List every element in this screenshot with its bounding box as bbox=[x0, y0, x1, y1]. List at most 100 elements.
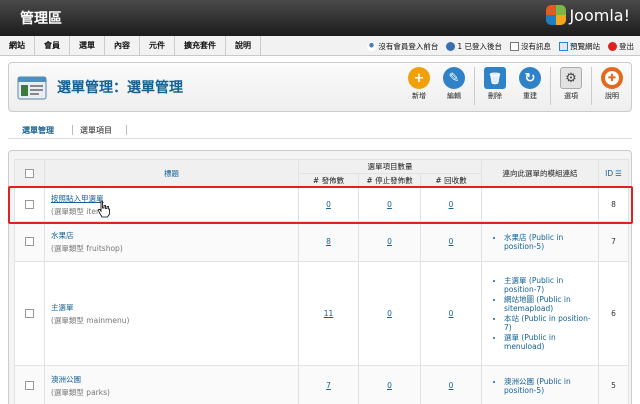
menu-bar: 網站 會員 選單 內容 元件 擴充套件 說明 沒有會員登入前台 1 已登入後台 … bbox=[0, 36, 640, 56]
module-link[interactable]: 主選單 (Public in position-7) bbox=[504, 276, 598, 294]
row-checkbox[interactable] bbox=[25, 309, 34, 318]
row-id: 8 bbox=[598, 187, 630, 222]
unpublished-count-link[interactable]: 0 bbox=[387, 309, 392, 318]
row-id: 6 bbox=[598, 261, 630, 366]
linked-modules-cell: 澳洲公園 (Public in position-5) bbox=[481, 365, 600, 404]
published-count-link[interactable]: 0 bbox=[326, 200, 331, 209]
unpublished-count-link[interactable]: 0 bbox=[387, 237, 392, 246]
trash-icon: 🗑 bbox=[484, 67, 506, 89]
frontend-users-icon bbox=[367, 41, 377, 51]
trashed-count-link[interactable]: 0 bbox=[449, 381, 454, 390]
row-checkbox[interactable] bbox=[25, 200, 34, 209]
row-checkbox[interactable] bbox=[25, 381, 34, 390]
refresh-icon: ↻ bbox=[519, 67, 541, 89]
module-list: 水果店 (Public in position-5) bbox=[482, 233, 598, 251]
linked-modules-cell: 主選單 (Public in position-7) 網站地圖 (Public … bbox=[481, 261, 600, 366]
column-published: # 發佈數 bbox=[298, 173, 359, 188]
edit-button[interactable]: ✎ 編輯 bbox=[439, 67, 469, 105]
options-icon: ⚙ bbox=[560, 67, 582, 89]
preview-site-icon bbox=[559, 41, 568, 51]
logout-icon bbox=[608, 41, 617, 51]
table-row: 水果店 (選單類型 fruitshop) 8 0 0 水果店 (Public i… bbox=[14, 221, 630, 262]
help-button[interactable]: ✚ 說明 bbox=[597, 67, 627, 105]
menu-components[interactable]: 元件 bbox=[140, 36, 175, 56]
linked-modules-cell: 水果店 (Public in position-5) bbox=[481, 221, 600, 262]
trashed-count-link[interactable]: 0 bbox=[449, 237, 454, 246]
column-unpublished: # 停止發佈數 bbox=[358, 173, 421, 188]
table-row: 主選單 (選單類型 mainmenu) 11 0 0 主選單 (Public i… bbox=[14, 261, 630, 366]
joomla-icon bbox=[546, 5, 567, 25]
backend-users-icon bbox=[446, 41, 456, 51]
menu-site[interactable]: 網站 bbox=[0, 36, 35, 56]
options-button[interactable]: ⚙ 選項 bbox=[556, 67, 586, 105]
toolbar-divider bbox=[550, 67, 551, 105]
toolbar-divider bbox=[474, 67, 475, 105]
delete-button[interactable]: 🗑 刪除 bbox=[480, 67, 510, 105]
module-link[interactable]: 澳洲公園 (Public in position-5) bbox=[504, 377, 598, 395]
menu-title-link[interactable]: 按照貼入甲選單 bbox=[51, 193, 298, 204]
published-count-link[interactable]: 11 bbox=[324, 309, 334, 318]
tab-divider bbox=[72, 125, 73, 135]
menu-extensions[interactable]: 擴充套件 bbox=[175, 36, 226, 56]
preview-site-link[interactable]: 預覽網站 bbox=[559, 41, 600, 52]
table-row: 澳洲公園 (選單類型 parks) 7 0 0 澳洲公園 (Public in … bbox=[14, 365, 630, 404]
menu-type: (選單類型 parks) bbox=[51, 387, 110, 397]
menus-table-box: 標題 選單項目數量 連向此選單的模組連結 ID ☰ # 發佈數 # 停止發佈數 #… bbox=[8, 150, 632, 404]
row-id: 7 bbox=[598, 221, 630, 262]
rebuild-button[interactable]: ↻ 重建 bbox=[515, 67, 545, 105]
unpublished-count-link[interactable]: 0 bbox=[387, 200, 392, 209]
tab-divider bbox=[126, 125, 127, 135]
column-linked-modules: 連向此選單的模組連結 bbox=[481, 159, 600, 188]
module-link[interactable]: 網站地圖 (Public in sitemapload) bbox=[504, 295, 598, 313]
backend-users-status: 1 已登入後台 bbox=[446, 41, 502, 52]
module-link[interactable]: 本站 (Public in position-7) bbox=[504, 314, 598, 332]
main-menu: 網站 會員 選單 內容 元件 擴充套件 說明 bbox=[0, 36, 261, 56]
select-all-checkbox[interactable] bbox=[25, 169, 34, 178]
joomla-wordmark: Joomla! bbox=[569, 5, 630, 25]
column-trashed: # 回收數 bbox=[419, 173, 483, 188]
lifebuoy-icon: ✚ bbox=[601, 67, 623, 89]
trashed-count-link[interactable]: 0 bbox=[449, 200, 454, 209]
column-id[interactable]: ID ☰ bbox=[598, 159, 630, 188]
menu-content[interactable]: 內容 bbox=[105, 36, 140, 56]
messages-icon bbox=[510, 41, 519, 51]
row-id: 5 bbox=[598, 365, 630, 404]
menu-title-link[interactable]: 澳洲公園 bbox=[51, 374, 298, 385]
joomla-logo: Joomla! bbox=[546, 5, 630, 25]
published-count-link[interactable]: 7 bbox=[326, 381, 331, 390]
pencil-icon: ✎ bbox=[443, 67, 465, 89]
row-checkbox[interactable] bbox=[25, 237, 34, 246]
messages-link[interactable]: 沒有訊息 bbox=[510, 41, 551, 52]
menu-type: (選單類型 fruitshop) bbox=[51, 243, 123, 253]
menu-manager-icon bbox=[17, 76, 47, 100]
toolbar-divider bbox=[591, 67, 592, 105]
tab-menu-items[interactable]: 選單項目 bbox=[80, 125, 112, 136]
toolbar: + 新增 ✎ 編輯 🗑 刪除 ↻ 重建 ⚙ 選項 ✚ 說明 bbox=[399, 67, 627, 105]
admin-title: 管理區 bbox=[20, 11, 62, 27]
module-link[interactable]: 水果店 (Public in position-5) bbox=[504, 233, 598, 251]
menu-type: (選單類型 mainmenu) bbox=[51, 315, 130, 325]
unpublished-count-link[interactable]: 0 bbox=[387, 381, 392, 390]
module-list: 澳洲公園 (Public in position-5) bbox=[482, 377, 598, 395]
module-link[interactable]: 選單 (Public in menuload) bbox=[504, 333, 598, 351]
column-group-menu-items: 選單項目數量 bbox=[297, 159, 483, 174]
menu-type: (選單類型 item) bbox=[51, 206, 107, 216]
frontend-users-status: 沒有會員登入前台 bbox=[367, 41, 438, 52]
admin-header: 管理區 Joomla! bbox=[0, 0, 640, 36]
trashed-count-link[interactable]: 0 bbox=[449, 309, 454, 318]
menu-help[interactable]: 說明 bbox=[226, 36, 261, 56]
toolbar-box: 選單管理：選單管理 + 新增 ✎ 編輯 🗑 刪除 ↻ 重建 ⚙ 選項 ✚ 說明 bbox=[8, 62, 632, 112]
submenu-tabs: 選單管理 選單項目 bbox=[8, 121, 632, 139]
column-title[interactable]: 標題 bbox=[44, 159, 299, 188]
page-title: 選單管理：選單管理 bbox=[57, 80, 183, 96]
menu-menus[interactable]: 選單 bbox=[70, 36, 105, 56]
published-count-link[interactable]: 8 bbox=[326, 237, 331, 246]
menu-title-link[interactable]: 水果店 bbox=[51, 230, 298, 241]
tab-menu-manager[interactable]: 選單管理 bbox=[22, 125, 54, 136]
menu-title-link[interactable]: 主選單 bbox=[51, 302, 298, 313]
linked-modules-cell bbox=[481, 187, 600, 222]
menu-users[interactable]: 會員 bbox=[35, 36, 70, 56]
plus-icon: + bbox=[408, 67, 430, 89]
logout-link[interactable]: 登出 bbox=[608, 41, 634, 52]
new-button[interactable]: + 新增 bbox=[404, 67, 434, 105]
